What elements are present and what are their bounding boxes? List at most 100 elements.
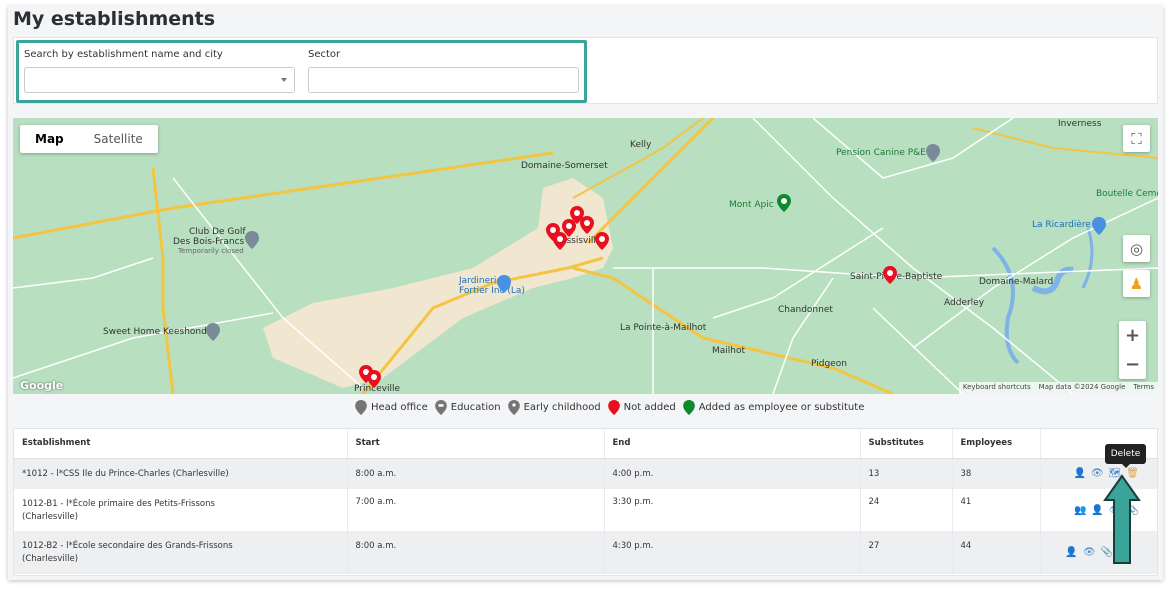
map-label-club-de-golf: Club De Golf	[189, 227, 246, 237]
added-pin[interactable]	[777, 194, 791, 212]
cell-start: 8:00 a.m.	[347, 531, 605, 574]
not-added-icon	[607, 400, 620, 415]
map-label-la-ricardiere: La Ricardière	[1032, 220, 1091, 230]
legend-head-office: Head office	[355, 400, 428, 415]
col-establishment[interactable]: Establishment	[14, 429, 348, 459]
establishment-name: 1012-B2 - l*École secondaire des Grands-…	[22, 541, 233, 551]
map-legend: Head office Education Early childhood No…	[355, 400, 864, 415]
legend-label: Early childhood	[523, 402, 601, 413]
legend-not-added: Not added	[607, 400, 676, 415]
col-employees[interactable]: Employees	[952, 429, 1041, 459]
person-icon[interactable]: 👤	[1065, 547, 1077, 558]
establishment-city: (Charlesville)	[22, 554, 79, 564]
location-icon[interactable]: ◎	[1123, 235, 1150, 262]
cell-establishment: 1012-B2 - l*École secondaire des Grands-…	[14, 531, 348, 574]
terms-link[interactable]: Terms	[1133, 383, 1154, 393]
map-label-chandonnet: Chandonnet	[778, 305, 833, 315]
map-label-sweet-home: Sweet Home Keeshond	[103, 327, 207, 337]
cell-establishment: 1012-B1 - l*École primaire des Petits-Fr…	[14, 489, 348, 531]
delete-tooltip: Delete	[1105, 444, 1146, 468]
map-data-credit: Map data ©2024 Google	[1038, 383, 1126, 391]
map-label-la-pointe: La Pointe-à-Mailhot	[620, 323, 707, 333]
cell-substitutes: 27	[860, 531, 953, 574]
map-type-satellite-button[interactable]: Satellite	[79, 125, 158, 153]
zoom-out-button[interactable]: −	[1119, 350, 1146, 379]
keyboard-shortcuts-link[interactable]: Keyboard shortcuts	[963, 383, 1031, 393]
map-label-mont-apic: Mont Apic	[729, 200, 774, 210]
not-added-pin[interactable]	[562, 219, 576, 237]
fullscreen-icon[interactable]: ⛶	[1123, 125, 1150, 152]
table-row[interactable]: 1012-B2 - l*École secondaire des Grands-…	[14, 531, 1157, 574]
establishment-search-select[interactable]	[24, 67, 295, 93]
cell-employees: 38	[952, 458, 1041, 489]
legend-label: Added as employee or substitute	[698, 402, 865, 413]
sector-input[interactable]	[308, 67, 579, 93]
legend-education: Education	[434, 400, 501, 415]
establishment-name: *1012 - l*CSS Ile du Prince-Charles (Cha…	[22, 468, 229, 479]
legend-label: Not added	[623, 402, 676, 413]
not-added-pin[interactable]	[595, 232, 609, 250]
map-label-pidgeon: Pidgeon	[811, 359, 847, 369]
pegman-icon[interactable]: ♟	[1123, 270, 1150, 297]
person-icon[interactable]: 👤	[1073, 468, 1085, 479]
legend-early-childhood: Early childhood	[507, 400, 601, 415]
map-label-pension-canine: Pension Canine P&E	[836, 148, 926, 158]
google-logo: Google	[20, 379, 64, 392]
col-start[interactable]: Start	[347, 429, 605, 459]
map-label-fortier: Fortier Inc (La)	[459, 286, 525, 296]
map-type-map-button[interactable]: Map	[20, 125, 79, 153]
col-end[interactable]: End	[604, 429, 861, 459]
table-row[interactable]: 1012-B1 - l*École primaire des Petits-Fr…	[14, 489, 1157, 531]
establishments-table: Establishment Start End Substitutes Empl…	[13, 428, 1158, 576]
establishment-name: 1012-B1 - l*École primaire des Petits-Fr…	[22, 498, 215, 509]
person-icon[interactable]: 👤	[1091, 505, 1103, 516]
map-label-bois-francs: Des Bois-Francs	[173, 237, 245, 247]
map-view[interactable]: Map Satellite Inverness Kelly Domaine-So…	[13, 118, 1158, 394]
education-icon	[434, 400, 447, 415]
legend-added: Added as employee or substitute	[682, 400, 865, 415]
map-label-mailhot: Mailhot	[712, 346, 746, 356]
sector-label: Sector	[308, 49, 341, 60]
search-label: Search by establishment name and city	[24, 49, 223, 60]
table-header-row: Establishment Start End Substitutes Empl…	[14, 429, 1157, 459]
place-pin	[926, 144, 940, 162]
map-attribution: Keyboard shortcuts Map data ©2024 Google…	[958, 382, 1158, 394]
place-pin	[497, 275, 511, 293]
cell-employees: 41	[952, 489, 1041, 531]
map-label-boutelle: Boutelle Ceme	[1096, 189, 1158, 199]
place-pin	[245, 231, 259, 249]
chevron-down-icon	[281, 78, 287, 82]
legend-label: Education	[450, 402, 501, 413]
map-label-inverness: Inverness	[1058, 119, 1102, 129]
cell-establishment: *1012 - l*CSS Ile du Prince-Charles (Cha…	[14, 458, 348, 489]
cell-end: 3:30 p.m.	[604, 489, 861, 531]
cell-substitutes: 13	[860, 458, 953, 489]
not-added-pin[interactable]	[883, 266, 897, 284]
added-icon	[682, 400, 695, 415]
cell-substitutes: 24	[860, 489, 953, 531]
map-label-kelly: Kelly	[630, 140, 652, 150]
zoom-in-button[interactable]: +	[1119, 321, 1146, 350]
early-childhood-icon	[507, 400, 520, 415]
col-substitutes[interactable]: Substitutes	[860, 429, 953, 459]
place-pin	[1092, 217, 1106, 235]
legend-label: Head office	[371, 402, 428, 413]
cell-start: 8:00 a.m.	[347, 458, 605, 489]
map-label-domaine-somerset: Domaine-Somerset	[521, 161, 608, 171]
map-base-layer	[13, 118, 1158, 394]
head-office-icon	[355, 400, 367, 415]
cell-end: 4:00 p.m.	[604, 458, 861, 489]
eye-icon[interactable]: 👁	[1091, 468, 1104, 479]
cell-end: 4:30 p.m.	[604, 531, 861, 574]
eye-icon[interactable]: 👁	[1083, 547, 1096, 558]
establishment-city: (Charlesville)	[22, 511, 79, 522]
not-added-pin[interactable]	[367, 370, 381, 388]
arrow-up-icon	[1103, 474, 1141, 564]
table-row[interactable]: *1012 - l*CSS Ile du Prince-Charles (Cha…	[14, 458, 1157, 489]
zoom-control: + −	[1119, 321, 1146, 379]
place-pin	[206, 323, 220, 341]
not-added-pin[interactable]	[580, 216, 594, 234]
group-icon[interactable]: 👥	[1074, 505, 1086, 516]
page-title: My establishments	[13, 8, 216, 30]
map-type-control: Map Satellite	[20, 125, 158, 153]
